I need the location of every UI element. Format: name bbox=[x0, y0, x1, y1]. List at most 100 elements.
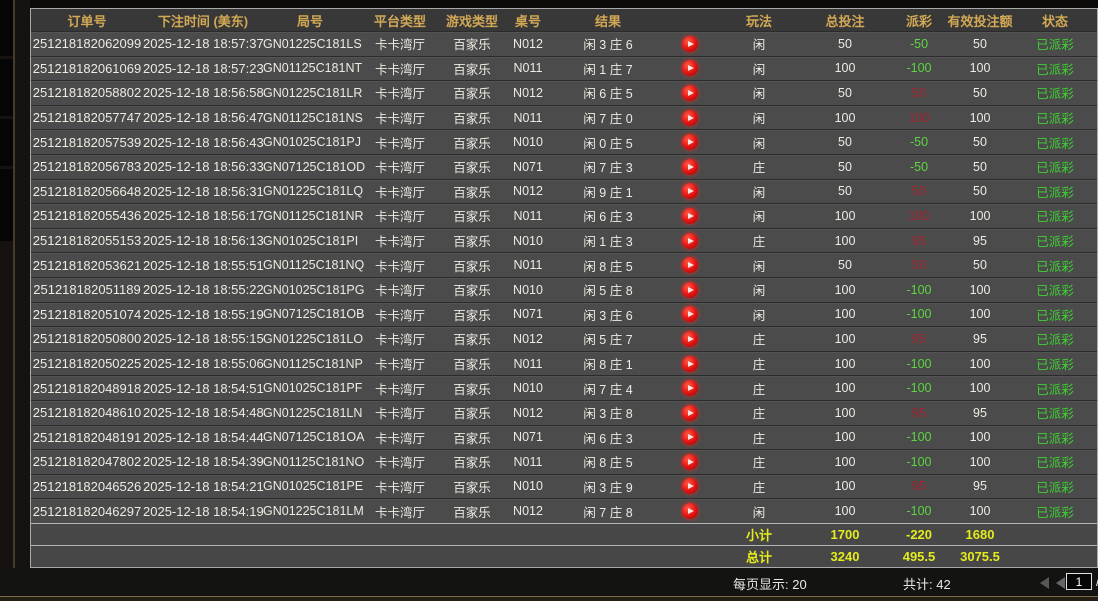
play-video-button[interactable] bbox=[682, 158, 698, 175]
cell-payout: -100 bbox=[906, 356, 932, 371]
cell-round: GN01225C181LO bbox=[263, 331, 364, 346]
cell-round: GN01025C181PF bbox=[263, 381, 363, 396]
cell-time: 2025-12-18 18:55:51 bbox=[143, 257, 264, 273]
table-row: 251218182058802 2025-12-18 18:56:58 GN0122… bbox=[31, 80, 1097, 105]
header-cell-9: 总投注 bbox=[825, 13, 865, 29]
first-page-arrow-icon[interactable] bbox=[1040, 577, 1049, 589]
cell-game: 百家乐 bbox=[453, 235, 491, 250]
cell-play bbox=[661, 60, 719, 77]
table-row: 251218182057747 2025-12-18 18:56:47 GN0112… bbox=[31, 104, 1097, 130]
play-video-button[interactable] bbox=[682, 232, 698, 249]
cell-order: 251218182055436 bbox=[32, 208, 142, 224]
play-video-button[interactable] bbox=[682, 84, 698, 101]
play-video-button[interactable] bbox=[682, 429, 698, 446]
left-cutoff-panel bbox=[0, 0, 30, 601]
cell-play_type: 闲 bbox=[752, 38, 766, 53]
header-cell-2: 局号 bbox=[296, 13, 323, 29]
play-icon bbox=[688, 434, 694, 441]
cell-order: 251218182057747 bbox=[32, 110, 142, 126]
cell-round: GN01025C181PJ bbox=[263, 135, 361, 150]
cell-valid_bet: 50 bbox=[973, 258, 987, 273]
play-video-button[interactable] bbox=[682, 207, 698, 224]
cell-result: 闲 7 庄 3 bbox=[583, 161, 633, 176]
cell-time: 2025-12-18 18:55:06 bbox=[143, 356, 264, 372]
header-cell-6: 结果 bbox=[594, 13, 621, 29]
play-video-button[interactable] bbox=[682, 281, 698, 298]
play-icon bbox=[688, 385, 694, 392]
play-video-button[interactable] bbox=[682, 330, 698, 347]
table-row: 251218182055153 2025-12-18 18:56:13 GN0102… bbox=[31, 227, 1097, 253]
cell-order: 251218182051189 bbox=[33, 282, 141, 298]
cell-valid_bet: 95 bbox=[973, 405, 987, 420]
cell-game: 百家乐 bbox=[453, 87, 491, 102]
cell-payout: 95 bbox=[912, 331, 926, 346]
cell-result: 闲 6 庄 3 bbox=[583, 210, 633, 225]
cell-table_no: N071 bbox=[513, 307, 543, 322]
cell-time: 2025-12-18 18:54:19 bbox=[143, 503, 264, 519]
cell-table_no: N011 bbox=[513, 454, 543, 469]
table-row: 251218182051074 2025-12-18 18:55:19 GN0712… bbox=[31, 301, 1097, 327]
play-video-button[interactable] bbox=[682, 478, 698, 495]
cell-payout: 95 bbox=[912, 233, 926, 248]
cell-order: 251218182057539 bbox=[32, 134, 142, 150]
play-video-button[interactable] bbox=[682, 404, 698, 421]
cell-order: 251218182055153 bbox=[32, 233, 142, 249]
cell-play bbox=[661, 355, 719, 372]
pagination-footer: 每页显示: 20 共计: 42 / bbox=[0, 568, 1098, 596]
play-video-button[interactable] bbox=[682, 35, 698, 52]
cell-result: 闲 0 庄 5 bbox=[583, 136, 633, 151]
cell-round: GN01225C181LQ bbox=[263, 184, 364, 199]
cell-total_bet: 50 bbox=[838, 159, 852, 174]
page-number-input[interactable] bbox=[1066, 573, 1092, 590]
play-video-button[interactable] bbox=[682, 134, 698, 151]
cell-total_bet: 100 bbox=[834, 282, 856, 297]
play-video-button[interactable] bbox=[682, 380, 698, 397]
cell-play_type: 闲 bbox=[752, 136, 766, 151]
cell-game: 百家乐 bbox=[453, 112, 491, 127]
cell-result: 闲 3 庄 6 bbox=[583, 308, 633, 323]
cell-order: 251218182062099 bbox=[32, 36, 142, 52]
table-row: 251218182055436 2025-12-18 18:56:17 GN0112… bbox=[31, 203, 1097, 228]
cell-round: GN01225C181LS bbox=[263, 36, 362, 51]
cell-play bbox=[661, 134, 719, 151]
cell-play bbox=[661, 478, 719, 495]
prev-page-arrow-icon[interactable] bbox=[1056, 577, 1065, 589]
cell-payout: -100 bbox=[906, 454, 932, 469]
play-video-button[interactable] bbox=[682, 183, 698, 200]
cell-platform: 卡卡湾厅 bbox=[374, 431, 425, 446]
cell-total_bet: 100 bbox=[834, 479, 856, 494]
cell-status: 已派彩 bbox=[1036, 308, 1074, 323]
cell-platform: 卡卡湾厅 bbox=[374, 358, 425, 373]
cell-time: 2025-12-18 18:56:58 bbox=[143, 85, 264, 101]
subtotal-row: 小计 1700 -220 1680 bbox=[31, 523, 1097, 545]
left-edge-block bbox=[0, 59, 13, 116]
cell-valid_bet: 100 bbox=[969, 504, 991, 519]
play-video-button[interactable] bbox=[682, 355, 698, 372]
cell-result: 闲 6 庄 5 bbox=[583, 87, 633, 102]
table-row: 251218182050225 2025-12-18 18:55:06 GN0112… bbox=[31, 350, 1097, 376]
cell-order: 251218182056783 bbox=[32, 159, 142, 175]
header-cell-0: 订单号 bbox=[67, 13, 107, 29]
cell-status: 已派彩 bbox=[1036, 62, 1074, 77]
cell-total_bet: 100 bbox=[834, 233, 856, 248]
cell-result: 闲 8 庄 1 bbox=[583, 358, 633, 373]
cell-valid_bet: 100 bbox=[969, 208, 991, 223]
cell-result: 闲 7 庄 0 bbox=[583, 112, 633, 127]
cell-total_bet: 50 bbox=[838, 258, 852, 273]
cell-total_bet: 100 bbox=[834, 331, 856, 346]
play-icon bbox=[688, 458, 694, 465]
play-video-button[interactable] bbox=[682, 306, 698, 323]
cell-platform: 卡卡湾厅 bbox=[374, 210, 425, 225]
header-cell-3: 平台类型 bbox=[373, 13, 426, 29]
play-video-button[interactable] bbox=[682, 453, 698, 470]
play-video-button[interactable] bbox=[682, 257, 698, 274]
play-video-button[interactable] bbox=[682, 109, 698, 126]
cell-payout: 50 bbox=[912, 258, 926, 273]
cell-play bbox=[661, 84, 719, 101]
cell-time: 2025-12-18 18:56:47 bbox=[143, 110, 264, 126]
play-video-button[interactable] bbox=[682, 60, 698, 77]
play-video-button[interactable] bbox=[682, 503, 698, 520]
cell-table_no: N071 bbox=[513, 159, 543, 174]
cell-payout: 50 bbox=[912, 184, 926, 199]
cell-time: 2025-12-18 18:54:21 bbox=[143, 478, 264, 494]
